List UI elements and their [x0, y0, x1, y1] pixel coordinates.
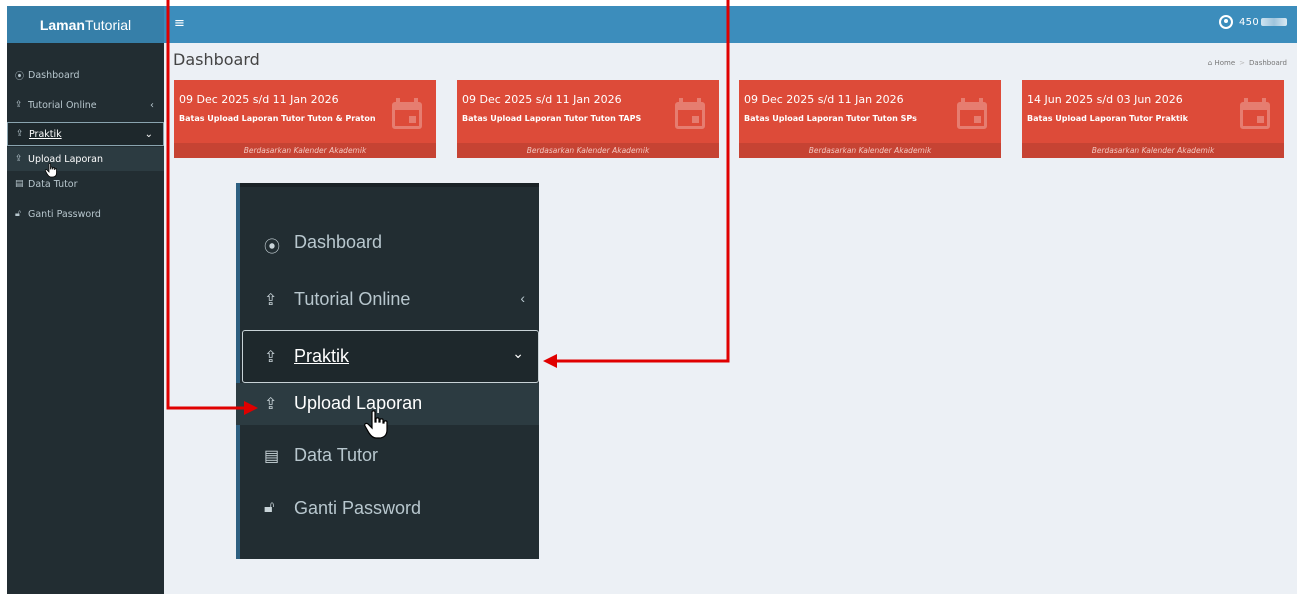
lock-icon: 🔓︎: [15, 209, 21, 219]
hand-cursor-icon: [45, 163, 57, 178]
user-menu[interactable]: 450: [1219, 15, 1287, 29]
app-window: Laman Tutorial ≡ 450 ⦿ Dashboard ⇪ Tutori…: [7, 6, 1297, 594]
sidebar-item-label: Dashboard: [28, 69, 80, 81]
zoom-sidebar-item-ganti-password[interactable]: 🔓︎ Ganti Password: [236, 485, 539, 533]
sidebar-item-dashboard[interactable]: ⦿ Dashboard: [7, 63, 164, 87]
id-card-icon: ▤: [264, 448, 280, 465]
deadline-card: 09 Dec 2025 s/d 11 Jan 2026 Batas Upload…: [739, 80, 1001, 158]
sidebar-item-label: Ganti Password: [28, 208, 101, 220]
zoom-sidebar-item-praktik[interactable]: ⇪ Praktik ⌄: [242, 330, 539, 383]
deadline-card: 09 Dec 2025 s/d 11 Jan 2026 Batas Upload…: [174, 80, 436, 158]
app-logo[interactable]: Laman Tutorial: [7, 6, 164, 43]
upload-icon: ⇪: [264, 349, 278, 366]
dashboard-icon: ⦿: [15, 71, 25, 82]
id-card-icon: ▤: [15, 179, 24, 189]
sidebar-toggle-icon[interactable]: ≡: [174, 16, 185, 31]
sidebar-item-label: Praktik: [294, 346, 350, 366]
calendar-icon: [957, 98, 987, 129]
calendar-icon: [1240, 98, 1270, 129]
breadcrumb: ⌂ Home > Dashboard: [1207, 59, 1287, 67]
upload-icon: ⇪: [15, 154, 23, 164]
calendar-icon: [392, 98, 422, 129]
upload-icon: ⇪: [264, 292, 278, 309]
card-description: Batas Upload Laporan Tutor Praktik: [1027, 114, 1188, 123]
sidebar-item-data-tutor[interactable]: ▤ Data Tutor: [7, 172, 164, 196]
sidebar-item-label: Ganti Password: [294, 498, 422, 518]
user-id: 450: [1239, 17, 1287, 28]
card-footer[interactable]: Berdasarkan Kalender Akademik: [174, 143, 436, 158]
card-footer[interactable]: Berdasarkan Kalender Akademik: [457, 143, 719, 158]
card-date: 09 Dec 2025 s/d 11 Jan 2026: [179, 93, 339, 106]
upload-icon: ⇪: [264, 396, 278, 413]
chevron-left-icon: ‹: [150, 99, 154, 111]
card-footer[interactable]: Berdasarkan Kalender Akademik: [739, 143, 1001, 158]
sidebar: ⦿ Dashboard ⇪ Tutorial Online ‹ ⇪ Prakti…: [7, 43, 164, 594]
user-avatar-icon: [1219, 15, 1233, 29]
hand-cursor-icon: [364, 410, 388, 439]
card-description: Batas Upload Laporan Tutor Tuton TAPS: [462, 114, 642, 123]
chevron-down-icon: ⌄: [512, 345, 524, 361]
chevron-down-icon: ⌄: [144, 128, 153, 140]
card-footer[interactable]: Berdasarkan Kalender Akademik: [1022, 143, 1284, 158]
sidebar-item-upload-laporan[interactable]: ⇪ Upload Laporan: [7, 147, 164, 171]
sidebar-item-tutorial-online[interactable]: ⇪ Tutorial Online ‹: [7, 93, 164, 117]
zoom-sidebar-item-dashboard[interactable]: ⦿ Dashboard: [236, 219, 539, 267]
zoom-sidebar-item-tutorial-online[interactable]: ⇪ Tutorial Online ‹: [236, 276, 539, 324]
card-date: 14 Jun 2025 s/d 03 Jun 2026: [1027, 93, 1183, 106]
sidebar-item-label: Data Tutor: [294, 445, 379, 465]
lock-icon: 🔓︎: [264, 499, 275, 516]
card-date: 09 Dec 2025 s/d 11 Jan 2026: [744, 93, 904, 106]
sidebar-item-praktik[interactable]: ⇪ Praktik ⌄: [7, 122, 164, 146]
zoomed-sidebar-inset: ⦿ Dashboard ⇪ Tutorial Online ‹ ⇪ Prakti…: [236, 183, 539, 559]
card-description: Batas Upload Laporan Tutor Tuton SPs: [744, 114, 917, 123]
deadline-card: 14 Jun 2025 s/d 03 Jun 2026 Batas Upload…: [1022, 80, 1284, 158]
dashboard-icon: ⦿: [264, 239, 281, 256]
calendar-icon: [675, 98, 705, 129]
deadline-card: 09 Dec 2025 s/d 11 Jan 2026 Batas Upload…: [457, 80, 719, 158]
sidebar-item-label: Upload Laporan: [294, 393, 423, 413]
breadcrumb-home[interactable]: Home: [1214, 59, 1235, 67]
card-date: 09 Dec 2025 s/d 11 Jan 2026: [462, 93, 622, 106]
sidebar-item-label: Dashboard: [294, 232, 383, 252]
sidebar-item-label: Tutorial Online: [294, 289, 411, 309]
page-title: Dashboard: [173, 50, 260, 69]
sidebar-item-label: Tutorial Online: [28, 99, 97, 111]
card-description: Batas Upload Laporan Tutor Tuton & Prato…: [179, 114, 376, 123]
sidebar-item-label: Praktik: [29, 128, 62, 140]
upload-icon: ⇪: [16, 129, 24, 139]
inset-top-strip: [236, 183, 539, 187]
sidebar-item-ganti-password[interactable]: 🔓︎ Ganti Password: [7, 202, 164, 226]
chevron-left-icon: ‹: [520, 290, 525, 306]
sidebar-item-label: Upload Laporan: [28, 153, 104, 165]
upload-icon: ⇪: [15, 100, 23, 110]
sidebar-item-label: Data Tutor: [28, 178, 78, 190]
breadcrumb-current: Dashboard: [1249, 59, 1287, 67]
top-navbar: Laman Tutorial ≡ 450: [7, 6, 1297, 43]
